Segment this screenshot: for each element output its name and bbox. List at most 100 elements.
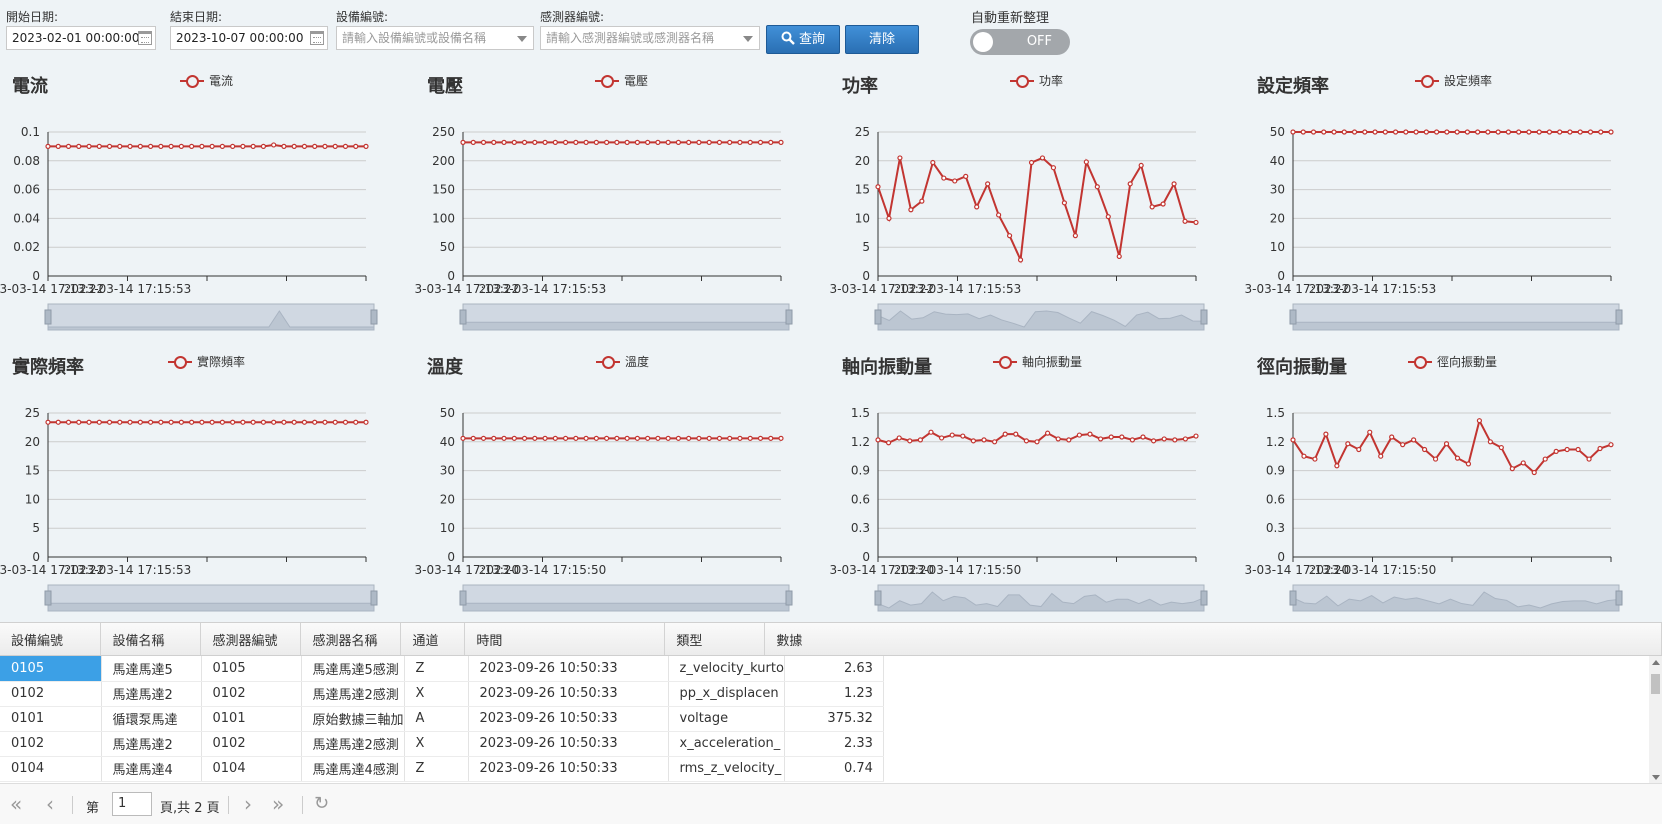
data-point[interactable]	[1520, 460, 1526, 466]
clear-button[interactable]: 清除	[845, 25, 919, 54]
data-point[interactable]	[604, 435, 610, 441]
data-point[interactable]	[353, 419, 359, 425]
data-point[interactable]	[634, 139, 640, 145]
data-point[interactable]	[521, 435, 528, 441]
zoom-handle[interactable]	[459, 590, 467, 606]
data-point[interactable]	[908, 207, 914, 213]
data-point[interactable]	[1389, 434, 1395, 440]
data-point[interactable]	[963, 173, 969, 179]
data-point[interactable]	[778, 435, 784, 441]
data-point[interactable]	[917, 437, 924, 443]
data-point[interactable]	[1557, 129, 1563, 135]
data-point[interactable]	[552, 139, 558, 145]
data-point[interactable]	[1341, 129, 1347, 135]
data-point[interactable]	[928, 429, 934, 435]
data-point[interactable]	[491, 435, 497, 441]
data-point[interactable]	[127, 419, 133, 425]
data-point[interactable]	[562, 435, 569, 441]
data-point[interactable]	[178, 143, 184, 150]
data-point[interactable]	[686, 139, 692, 145]
table-row[interactable]: 0102 馬達馬達2 0102 馬達馬達2感測 X 2023-09-26 10:50:33…	[0, 731, 884, 757]
data-point[interactable]	[938, 435, 945, 441]
data-point[interactable]	[1413, 129, 1419, 135]
scroll-thumb[interactable]	[1651, 674, 1660, 694]
zoom-handle[interactable]	[44, 590, 52, 606]
data-point[interactable]	[1608, 442, 1614, 448]
data-point[interactable]	[542, 435, 548, 441]
last-page-icon[interactable]: »	[272, 793, 284, 815]
data-point[interactable]	[1193, 433, 1199, 439]
data-point[interactable]	[768, 435, 774, 441]
data-point[interactable]	[1055, 436, 1061, 442]
data-point[interactable]	[1546, 129, 1553, 135]
data-point[interactable]	[168, 143, 174, 150]
column-header[interactable]: 數據	[764, 623, 1662, 655]
data-point[interactable]	[645, 139, 651, 145]
data-point[interactable]	[1076, 432, 1082, 438]
data-point[interactable]	[332, 143, 338, 150]
data-point[interactable]	[363, 143, 369, 150]
table-row[interactable]: 0104 馬達馬達4 0104 馬達馬達4感測 Z 2023-09-26 10:50:33…	[0, 756, 884, 782]
zoom-handle[interactable]	[370, 590, 378, 606]
data-point[interactable]	[342, 419, 349, 425]
data-point[interactable]	[996, 212, 1002, 218]
data-point[interactable]	[757, 139, 764, 145]
data-point[interactable]	[1323, 431, 1329, 437]
zoom-handle[interactable]	[459, 309, 467, 325]
data-point[interactable]	[1351, 129, 1358, 135]
data-point[interactable]	[1105, 214, 1111, 220]
data-point[interactable]	[480, 139, 487, 145]
data-point[interactable]	[532, 435, 538, 441]
data-point[interactable]	[1421, 446, 1428, 453]
data-point[interactable]	[949, 432, 955, 438]
data-point[interactable]	[974, 204, 980, 210]
data-point[interactable]	[583, 139, 589, 145]
data-point[interactable]	[1300, 129, 1306, 135]
column-header[interactable]: 類型	[664, 623, 766, 655]
data-point[interactable]	[301, 419, 308, 425]
data-point[interactable]	[1006, 233, 1013, 239]
data-point[interactable]	[96, 419, 102, 425]
data-point[interactable]	[552, 435, 558, 441]
data-point[interactable]	[291, 143, 297, 150]
data-point[interactable]	[117, 419, 123, 425]
data-point[interactable]	[1567, 129, 1573, 135]
data-point[interactable]	[665, 139, 671, 145]
zoom-handle[interactable]	[874, 309, 882, 325]
data-point[interactable]	[737, 435, 743, 441]
data-point[interactable]	[521, 139, 528, 145]
data-point[interactable]	[727, 435, 733, 441]
data-point[interactable]	[271, 419, 277, 425]
data-point[interactable]	[137, 419, 143, 425]
data-point[interactable]	[675, 435, 682, 441]
data-point[interactable]	[1108, 434, 1114, 440]
data-point[interactable]	[645, 435, 651, 441]
start-date-input[interactable]: 2023-02-01 00:00:00	[6, 26, 156, 50]
zoom-handle[interactable]	[874, 590, 882, 606]
zoom-handle[interactable]	[1615, 309, 1623, 325]
data-point[interactable]	[886, 215, 892, 221]
data-point[interactable]	[747, 435, 753, 441]
table-row[interactable]: 0105 馬達馬達5 0105 馬達馬達5感測 Z 2023-09-26 10:50:33…	[0, 656, 884, 682]
device-select[interactable]: 請輸入設備編號或設備名稱	[336, 26, 534, 50]
data-point[interactable]	[511, 139, 517, 145]
data-point[interactable]	[1023, 438, 1029, 444]
data-point[interactable]	[885, 440, 892, 446]
data-point[interactable]	[158, 419, 164, 425]
data-point[interactable]	[1028, 159, 1035, 166]
data-point[interactable]	[322, 419, 328, 425]
zoom-handle[interactable]	[1289, 309, 1297, 325]
data-point[interactable]	[501, 435, 507, 441]
zoom-handle[interactable]	[1200, 309, 1208, 325]
data-point[interactable]	[1531, 469, 1537, 476]
data-point[interactable]	[45, 419, 51, 425]
data-point[interactable]	[189, 419, 195, 425]
data-point[interactable]	[460, 139, 466, 145]
data-point[interactable]	[312, 143, 318, 150]
data-point[interactable]	[230, 143, 236, 150]
scroll-down-icon[interactable]	[1652, 775, 1660, 780]
data-point[interactable]	[1392, 129, 1399, 135]
data-point[interactable]	[593, 435, 599, 441]
data-point[interactable]	[342, 143, 349, 150]
zoom-handle[interactable]	[785, 590, 793, 606]
